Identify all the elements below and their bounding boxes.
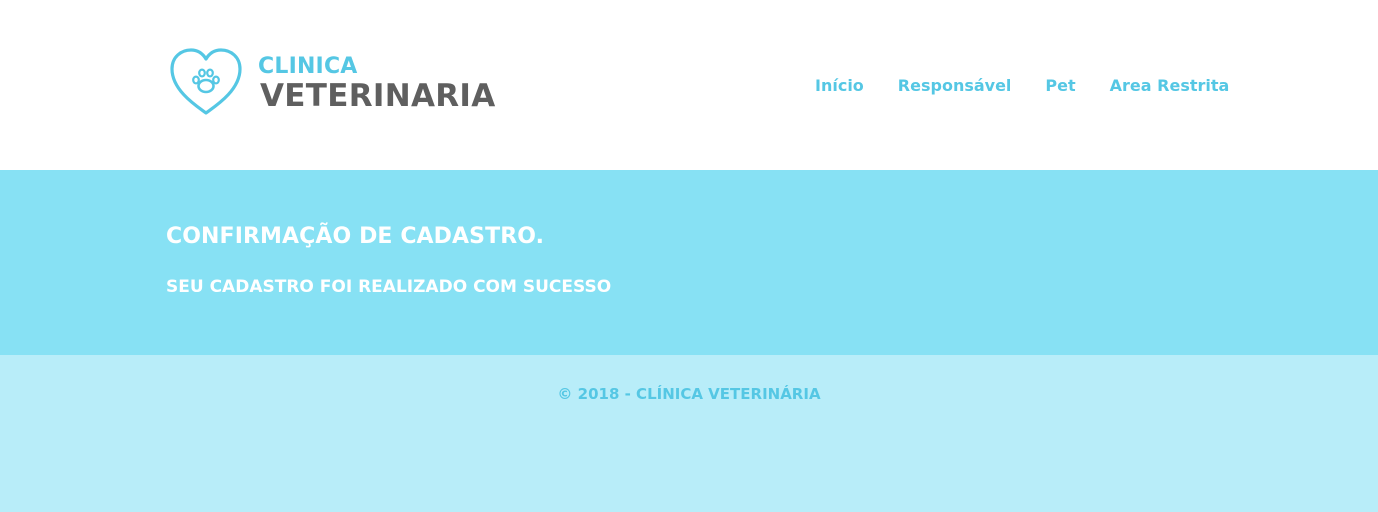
main-nav: Início Responsável Pet Area Restrita (815, 75, 1229, 97)
copyright-text: © 2018 - CLÍNICA VETERINÁRIA (557, 385, 821, 403)
logo-bottom-text: VETERINARIA (260, 78, 496, 114)
success-message: SEU CADASTRO FOI REALIZADO COM SUCESSO (166, 277, 612, 297)
site-footer: © 2018 - CLÍNICA VETERINÁRIA (0, 355, 1378, 512)
nav-item-area-restrita[interactable]: Area Restrita (1110, 75, 1230, 97)
confirmation-banner: CONFIRMAÇÃO DE CADASTRO. SEU CADASTRO FO… (0, 170, 1378, 355)
site-header: CLINICA VETERINARIA Início Responsável P… (0, 0, 1378, 170)
logo-top-text: CLINICA (258, 54, 358, 79)
site-logo[interactable]: CLINICA VETERINARIA (168, 47, 496, 117)
heart-paw-icon (170, 48, 242, 115)
logo-text: CLINICA VETERINARIA (258, 47, 496, 114)
nav-item-pet[interactable]: Pet (1045, 75, 1075, 97)
page-title: CONFIRMAÇÃO DE CADASTRO. (166, 224, 545, 249)
nav-item-inicio[interactable]: Início (815, 75, 864, 97)
nav-item-responsavel[interactable]: Responsável (898, 75, 1012, 97)
